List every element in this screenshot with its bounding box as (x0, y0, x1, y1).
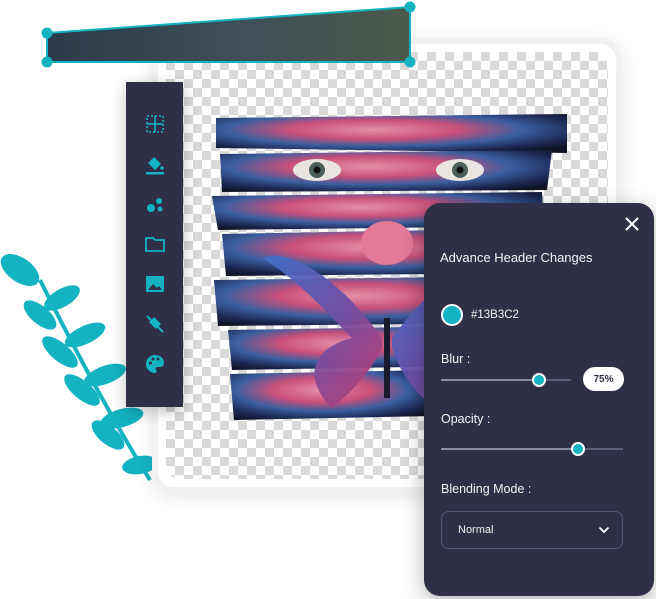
blur-slider[interactable] (441, 373, 571, 387)
tool-sidebar (126, 82, 183, 407)
image-icon (145, 276, 164, 292)
resize-handle[interactable] (404, 56, 416, 68)
resize-handle[interactable] (41, 56, 53, 68)
grid-tool-button[interactable] (135, 104, 175, 144)
opacity-slider[interactable] (441, 442, 623, 456)
close-icon[interactable] (622, 214, 642, 234)
opacity-slider-thumb[interactable] (570, 442, 585, 456)
shapes-tool-button[interactable] (135, 184, 175, 224)
blur-slider-fill (441, 379, 539, 381)
palette-icon (145, 355, 164, 373)
palette-tool-button[interactable] (135, 344, 175, 384)
resize-handle[interactable] (41, 27, 53, 39)
color-swatch[interactable] (441, 304, 463, 326)
panel-title: Advance Header Changes (440, 250, 593, 265)
header-settings-panel: Advance Header Changes #13B3C2 Blur : 75… (424, 203, 654, 596)
no-fill-icon (145, 315, 164, 333)
folder-tool-button[interactable] (135, 224, 175, 264)
resize-handle[interactable] (404, 1, 416, 13)
opacity-slider-fill (441, 448, 578, 450)
no-fill-tool-button[interactable] (135, 304, 175, 344)
blur-value-badge: 75% (583, 367, 624, 391)
folder-icon (144, 237, 165, 252)
blending-mode-select[interactable]: Normal (441, 511, 623, 549)
color-hex-value: #13B3C2 (471, 309, 519, 321)
shapes-icon (146, 198, 162, 212)
opacity-label: Opacity : (441, 412, 491, 426)
chevron-down-icon (598, 526, 610, 534)
fill-bucket-icon (145, 157, 164, 175)
fill-tool-button[interactable] (135, 144, 175, 184)
color-picker[interactable]: #13B3C2 (441, 304, 519, 326)
blending-mode-label: Blending Mode : (441, 482, 532, 496)
image-tool-button[interactable] (135, 264, 175, 304)
blur-slider-thumb[interactable] (531, 373, 546, 387)
selection-strip[interactable] (40, 0, 430, 72)
blending-mode-value: Normal (458, 524, 494, 536)
blur-label: Blur : (441, 352, 471, 366)
grid-icon (145, 115, 164, 133)
